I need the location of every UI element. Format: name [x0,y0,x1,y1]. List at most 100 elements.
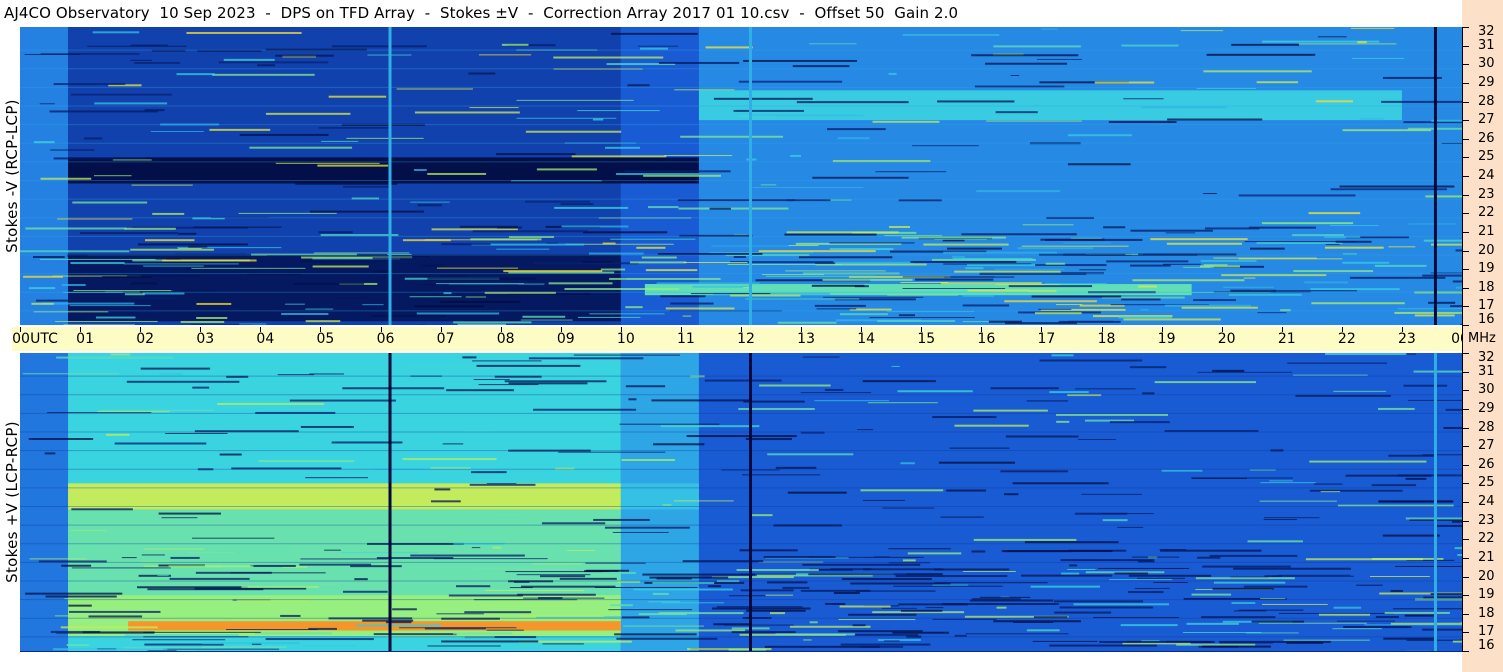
streak [1351,57,1405,59]
freq-line [20,86,1462,88]
streak [60,626,158,629]
streak [765,275,876,277]
streak [713,97,813,100]
streak [410,554,525,557]
streak [604,146,640,149]
streak [1165,232,1196,234]
freq-tick-mark [1462,539,1469,541]
streak [354,578,368,581]
time-tick-label: 06 [376,331,395,347]
streak [1333,606,1362,609]
streak [332,45,427,48]
streak [501,43,529,46]
streak [738,80,843,83]
streak [317,164,389,167]
streak [882,507,935,509]
streak [900,609,943,612]
streak [1193,299,1237,302]
streak [1261,222,1354,225]
streak [1228,293,1302,296]
streak [1261,603,1328,605]
streak [582,231,668,234]
ylabel-bottom-text: Stokes +V (LCP-RCP) [3,421,21,583]
streak [459,225,518,228]
streak [868,402,938,404]
streak [178,232,197,235]
streak [1012,482,1109,485]
streak [1049,644,1158,647]
streak [1423,239,1462,242]
streak [1390,589,1403,592]
streak [612,531,669,533]
streak [1166,242,1242,245]
streak [28,287,56,290]
freq-tick-label: 16 [1478,312,1495,327]
streak [53,83,126,86]
streak [988,320,1022,323]
streak [1073,603,1170,606]
streak [392,608,417,611]
streak [649,576,729,579]
streak [1304,281,1349,284]
streak [130,44,168,46]
streak [1269,480,1293,482]
freq-tick-mark [1462,613,1469,615]
streak [1142,392,1155,395]
freq-tick-mark [1462,27,1469,28]
streak [413,168,427,171]
streak [289,399,396,402]
streak [541,522,606,525]
streak [763,555,836,558]
streak [144,109,165,112]
streak [1329,225,1379,227]
streak [300,558,388,560]
streak [93,175,132,177]
streak [299,563,372,566]
streak [808,573,908,576]
streak [158,512,221,515]
streak [309,373,344,375]
freq-tick-mark [1462,632,1469,634]
streak [453,321,532,324]
streak [1202,565,1291,568]
streak [123,263,239,265]
streak [1343,626,1412,629]
streak [150,130,204,132]
streak [1450,305,1462,308]
freq-line [20,161,1462,163]
streak [143,548,204,550]
streak [1390,622,1462,625]
streak [840,643,931,646]
streak [124,227,176,230]
streak [859,645,904,648]
streak [954,270,1061,273]
streak [492,546,502,549]
streak [877,320,956,323]
streak [71,567,171,569]
streak [517,593,596,596]
time-tick-label: 20 [1217,331,1236,347]
streak [653,443,705,446]
streak [625,385,666,388]
streak [765,594,794,596]
streak [1231,602,1256,605]
streak [1339,185,1455,188]
heatmap-region-0 [20,27,69,325]
streak [220,551,288,553]
streak [1251,620,1305,623]
ylabel-top-text: Stokes -V (RCP-LCP) [3,99,21,253]
streak [1056,304,1083,306]
streak [692,285,750,288]
streak [898,314,915,317]
streak [965,267,984,270]
vertical-line-1 [749,353,753,651]
streak [238,212,337,214]
streak [218,61,329,64]
streak [516,117,617,119]
streak [522,315,566,318]
streak [971,550,986,553]
streak [53,648,168,651]
streak [341,552,419,554]
streak [356,624,442,627]
streak [967,289,1030,292]
